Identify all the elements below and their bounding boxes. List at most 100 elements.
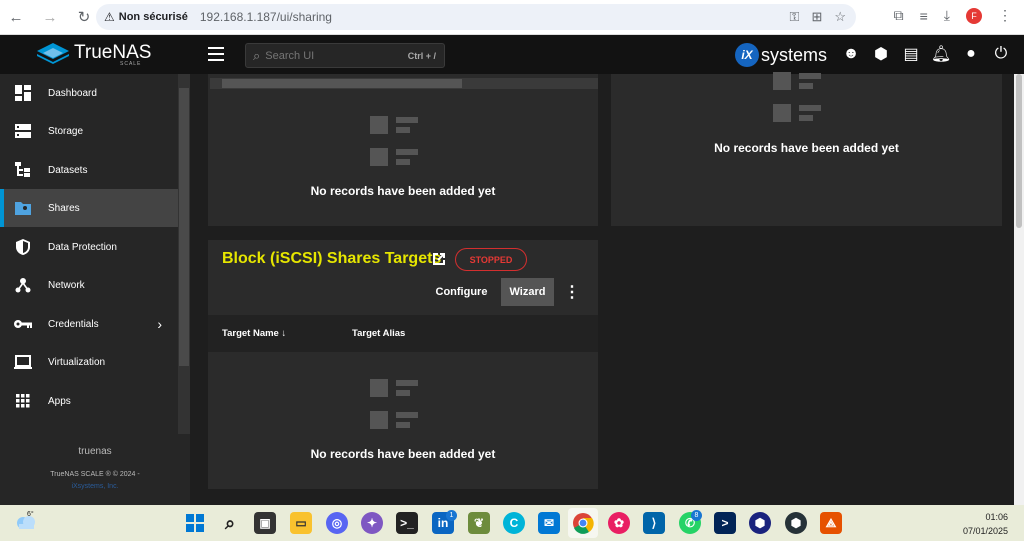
wizard-button[interactable]: Wizard — [501, 278, 554, 306]
empty-table-icon — [370, 116, 418, 166]
alerts-bell-icon[interactable]: 🔔︎ — [931, 45, 951, 63]
key-icon — [14, 315, 32, 333]
account-icon[interactable]: ● — [962, 45, 980, 63]
download-icon[interactable]: ⤓ — [944, 7, 950, 24]
jobs-clipboard-icon[interactable]: ▤ — [902, 45, 920, 63]
terminal-icon[interactable]: >_ — [396, 512, 418, 534]
logo-scale: SCALE — [120, 61, 142, 67]
configure-button[interactable]: Configure — [429, 278, 494, 306]
sidebar-item-shares[interactable]: Shares — [0, 189, 178, 227]
back-icon[interactable]: ← — [6, 7, 26, 27]
laptop-icon — [14, 353, 32, 371]
sidebar-item-credentials[interactable]: Credentials › — [0, 305, 178, 343]
task-view-icon[interactable]: ▣ — [254, 512, 276, 534]
windows-start-icon[interactable] — [184, 512, 206, 534]
sidebar-item-storage[interactable]: Storage — [0, 112, 178, 150]
address-bar[interactable]: ⚠ Non sécurisé 192.168.1.187/ui/sharing … — [96, 4, 856, 30]
status-badge: STOPPED — [455, 248, 527, 271]
truecommand-icon[interactable]: ⬢ — [872, 45, 890, 63]
powershell-icon[interactable]: > — [714, 512, 736, 534]
sidebar-item-label: Credentials — [48, 318, 99, 330]
canva-icon[interactable]: C — [503, 512, 525, 534]
chrome-icon[interactable] — [572, 512, 594, 534]
password-key-icon[interactable]: ⚿ — [790, 9, 800, 25]
sidebar-item-label: Storage — [48, 125, 84, 137]
notification-badge: 1 — [446, 510, 457, 521]
empty-message: No records have been added yet — [310, 184, 496, 198]
shares-icon — [14, 199, 32, 217]
page-scroll-thumb[interactable] — [1016, 74, 1022, 228]
taskbar-date[interactable]: 07/01/2025 — [963, 526, 1008, 536]
sidebar-item-datasets[interactable]: Datasets — [0, 151, 178, 189]
app-hex-icon[interactable]: ⬢ — [785, 512, 807, 534]
sidebar-item-data-protection[interactable]: Data Protection — [0, 228, 178, 266]
file-explorer-icon[interactable]: ▭ — [290, 512, 312, 534]
open-in-new-icon[interactable] — [431, 251, 447, 267]
column-header-target-name[interactable]: Target Name ↓ — [222, 328, 286, 339]
network-icon — [14, 276, 32, 294]
search-input[interactable] — [265, 49, 386, 62]
paint-icon[interactable]: ✿ — [608, 512, 630, 534]
sidebar-item-label: Virtualization — [48, 356, 106, 368]
forward-icon[interactable]: → — [40, 7, 60, 27]
copilot-icon[interactable]: ✦ — [361, 512, 383, 534]
sidebar-item-virtualization[interactable]: Virtualization — [0, 343, 178, 381]
sidebar-item-label: Network — [48, 279, 85, 291]
search-icon: ⌕ — [253, 47, 261, 63]
security-label: Non sécurisé — [118, 11, 188, 23]
ixsystems-logo[interactable]: iX systems — [735, 43, 827, 67]
cat-app-icon[interactable]: ❦ — [468, 512, 490, 534]
dashboard-icon — [14, 84, 32, 102]
sidebar-item-label: Data Protection — [48, 241, 117, 253]
taskbar-time[interactable]: 01:06 — [985, 512, 1008, 522]
app-shield-icon[interactable]: ⬢ — [749, 512, 771, 534]
sidebar-item-dashboard[interactable]: Dashboard — [0, 74, 178, 112]
empty-table-icon — [773, 72, 821, 122]
truenas-logo-icon — [37, 43, 69, 64]
sidebar-item-label: Apps — [48, 395, 71, 407]
company-link[interactable]: iXsystems, Inc. — [0, 481, 190, 493]
media-icon[interactable]: ≡ — [920, 8, 928, 24]
hostname: truenas — [78, 446, 112, 457]
sidebar-scroll-thumb[interactable] — [179, 88, 189, 366]
weather-cloud-icon[interactable] — [14, 510, 38, 534]
empty-message: No records have been added yet — [714, 141, 899, 155]
reload-icon[interactable]: ↻ — [74, 7, 94, 27]
notification-badge: 8 — [691, 510, 702, 521]
sidebar-item-label: Shares — [48, 202, 80, 214]
sidebar-item-label: Dashboard — [48, 87, 97, 99]
copyright: TrueNAS SCALE ® © 2024 - iXsystems, Inc. — [0, 469, 190, 493]
apps-grid-icon — [14, 392, 32, 410]
storage-icon — [14, 122, 32, 140]
star-icon[interactable]: ☆ — [834, 9, 846, 25]
table-hscroll-thumb[interactable] — [222, 79, 462, 88]
extensions-icon[interactable]: ⧉ — [894, 7, 904, 24]
column-header-target-alias[interactable]: Target Alias — [352, 328, 405, 339]
outlook-icon[interactable]: ✉ — [538, 512, 560, 534]
truenas-logo[interactable]: TrueNAS SCALE — [36, 42, 151, 67]
chevron-right-icon: › — [157, 316, 162, 332]
card-title: Block (iSCSI) Shares Targets — [222, 250, 442, 267]
translate-icon[interactable]: ⊞ — [811, 9, 822, 25]
sidebar-item-network[interactable]: Network — [0, 266, 178, 304]
sidebar-item-apps[interactable]: Apps — [0, 382, 178, 420]
weather-temp: 6° — [27, 511, 34, 518]
search-shortcut: Ctrl + / — [407, 50, 436, 61]
discord-icon[interactable]: ◎ — [326, 512, 348, 534]
sort-arrow-icon: ↓ — [281, 328, 287, 339]
feedback-smiley-icon[interactable]: ☻ — [842, 45, 860, 63]
menu-toggle-icon[interactable] — [208, 47, 224, 61]
vscode-icon[interactable]: ⟩ — [643, 512, 665, 534]
app-network-icon[interactable]: ⟁ — [820, 512, 842, 534]
menu-kebab-icon[interactable]: ⋮ — [998, 7, 1012, 24]
url-text[interactable]: 192.168.1.187/ui/sharing — [200, 10, 332, 24]
search-box[interactable]: ⌕ Ctrl + / — [245, 43, 445, 68]
sidebar: Dashboard Storage Datasets Shares Data P… — [0, 74, 190, 505]
vendor-text: systems — [761, 44, 828, 65]
more-options-icon[interactable]: ⋮ — [564, 283, 580, 301]
profile-avatar[interactable]: F — [966, 7, 982, 24]
taskbar-search-icon[interactable]: ⌕ — [219, 512, 241, 534]
shield-icon — [14, 238, 32, 256]
datasets-icon — [14, 161, 32, 179]
power-icon[interactable]: ⏻ — [992, 45, 1010, 63]
